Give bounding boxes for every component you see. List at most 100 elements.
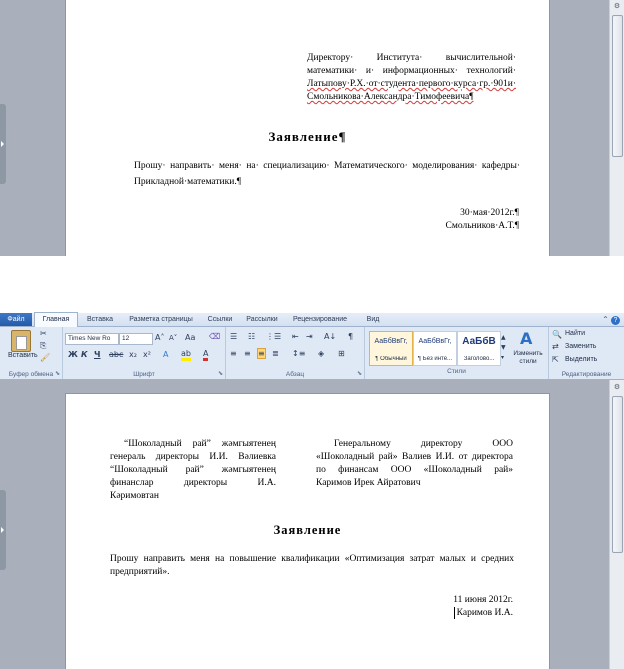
signature-line: Смольников·А.Т.¶ [445,221,519,231]
right-address-line: Генеральному директору ООО [334,439,513,449]
justify-icon[interactable]: ≣ [272,349,279,358]
superscript-icon[interactable]: x² [143,350,151,359]
vertical-scrollbar[interactable]: ⚙ [609,0,624,256]
text-effects-icon[interactable]: A [163,350,168,359]
format-painter-icon[interactable]: 🖌 [40,353,50,362]
help-icon[interactable]: ? [611,316,620,325]
align-center-icon[interactable]: ≡ [244,349,251,358]
replace-button[interactable]: Заменить [565,343,596,350]
minimize-ribbon-icon[interactable]: ⌃ [602,315,609,324]
align-left-icon[interactable]: ≡ [230,349,237,358]
navigation-pane-handle[interactable] [0,104,6,184]
font-launcher-icon[interactable]: ⬊ [218,370,223,377]
left-address-line: “Шоколадный рай” жәмгыятенең [110,465,276,475]
style-normal[interactable]: АаБбВвГг, ¶ Обычный [369,331,413,366]
change-case-icon[interactable]: Aa [185,333,195,342]
text-cursor [454,607,455,619]
style-heading[interactable]: АаБбВ Заголово... [457,331,501,366]
decrease-indent-icon[interactable]: ⇤ [292,332,299,341]
grow-font-icon[interactable]: A˄ [155,333,164,342]
address-line-text: Латыпову·Р.Х.·от·студента·первого·курса·… [307,79,517,89]
replace-icon[interactable]: ⇄ [552,342,559,351]
cut-icon[interactable]: ✂ [40,329,47,338]
sort-icon[interactable]: A↓ [324,332,336,341]
group-label-paragraph: Абзац [285,371,305,378]
group-paragraph: ☰ ☷ ⋮☰ ⇤ ⇥ A↓ ¶ ≡ ≡ ≡ ≣ ↕≡ ◈ ⊞ Абзац ⬊ [226,327,365,379]
tab-review[interactable]: Рецензирование [285,313,355,326]
scrollbar-thumb[interactable] [612,396,623,553]
group-clipboard: Вставить ✂ ⎘ 🖌 Буфер обмена ⬊ [0,327,63,379]
scrollbar-thumb[interactable] [612,15,623,157]
address-line: Директору· Института· вычислительной· [307,53,516,63]
left-address-line: Кәримовтан [110,491,159,501]
body-line: предприятий». [110,567,170,577]
increase-indent-icon[interactable]: ⇥ [306,332,313,341]
navigation-pane-handle[interactable] [0,490,6,570]
ribbon-controls: ⌃ ? [602,315,620,325]
tab-page-layout[interactable]: Разметка страницы [123,313,199,326]
tab-references[interactable]: Ссылки [202,313,238,326]
tab-mailings[interactable]: Рассылки [242,313,282,326]
body-line: Прошу направить меня на повышение квалиф… [110,554,514,564]
styles-more-icon[interactable]: ▲ ▼ ▾ [501,333,506,363]
font-name-combobox[interactable]: Times New Ro [65,333,119,345]
group-editing: 🔍 Найти ⇄ Заменить ⇱ Выделить Редактиров… [549,327,624,379]
tab-file[interactable]: Файл [0,313,32,326]
find-icon[interactable]: 🔍 [552,330,562,339]
tab-home[interactable]: Главная [34,312,78,327]
document-title: Заявление¶ [268,129,347,144]
style-name: ¶ Обычный [375,356,407,362]
select-icon[interactable]: ⇱ [552,355,559,364]
shrink-font-icon[interactable]: A˅ [169,334,177,342]
paste-icon[interactable] [11,330,31,352]
ruler-toggle-icon[interactable]: ⚙ [612,382,622,392]
underline-icon[interactable]: Ч [94,350,100,359]
tab-view[interactable]: Вид [360,313,386,326]
document-page-bottom[interactable]: “Шоколадный рай” жәмгыятенең генераль ди… [66,394,549,669]
right-address-line: «Шоколадный рай» Валиев И.И. от директор… [316,452,513,462]
bold-icon[interactable]: Ж [68,350,78,359]
group-label-editing: Редактирование [561,371,612,378]
tab-insert[interactable]: Вставка [80,313,120,326]
shading-icon[interactable]: ◈ [318,349,324,358]
document-area-bottom: “Шоколадный рай” жәмгыятенең генераль ди… [0,380,624,669]
change-styles-button[interactable]: Изменить стили [510,350,546,366]
strikethrough-icon[interactable]: abc [109,350,123,359]
line-spacing-icon[interactable]: ↕≡ [292,349,305,358]
change-styles-icon[interactable]: A [520,329,532,348]
borders-icon[interactable]: ⊞ [338,349,345,358]
right-address-block: Генеральному директору ООО «Шоколадный р… [316,438,513,490]
highlight-icon[interactable]: ab [181,349,191,361]
group-label-styles: Стили [447,368,466,375]
vertical-scrollbar[interactable]: ⚙ [609,380,624,669]
select-button[interactable]: Выделить [565,356,597,363]
body-line: Прикладной·математики.¶ [134,177,242,187]
signature-line: Каримов И.А. [456,608,513,618]
address-line: Латыпову·Р.Х.·от·студента·первого·курса·… [307,78,516,91]
document-title: Заявление [273,523,342,537]
document-page-top[interactable]: Директору· Института· вычислительной· ма… [66,0,549,256]
bullets-icon[interactable]: ☰ [230,332,237,341]
clipboard-launcher-icon[interactable]: ⬊ [55,370,60,377]
clear-formatting-icon[interactable]: ⌫ [209,332,220,341]
subscript-icon[interactable]: x₂ [129,350,137,359]
find-button[interactable]: Найти [565,330,585,337]
italic-icon[interactable]: К [81,350,88,359]
font-size-combobox[interactable]: 12 [119,333,153,345]
paste-button[interactable]: Вставить [8,352,38,359]
left-address-line: финанслар директоры И.А. [110,478,276,488]
style-name: ¶ Без инте... [417,356,453,362]
show-marks-icon[interactable]: ¶ [348,332,353,341]
multilevel-list-icon[interactable]: ⋮☰ [266,332,281,341]
right-address-line: по финансам ООО «Шоколадный рай» [316,465,513,475]
group-label-font: Шрифт [133,371,155,378]
numbering-icon[interactable]: ☷ [248,332,255,341]
copy-icon[interactable]: ⎘ [40,341,46,351]
font-color-icon[interactable]: A [203,349,209,361]
left-address-block: “Шоколадный рай” жәмгыятенең генераль ди… [110,438,276,503]
style-no-spacing[interactable]: АаБбВвГг, ¶ Без инте... [413,331,457,366]
align-right-icon[interactable]: ≡ [257,348,266,359]
left-address-line: генераль директоры И.И. Вәлиевка [110,452,276,462]
paragraph-launcher-icon[interactable]: ⬊ [357,370,362,377]
ruler-toggle-icon[interactable]: ⚙ [612,1,622,11]
